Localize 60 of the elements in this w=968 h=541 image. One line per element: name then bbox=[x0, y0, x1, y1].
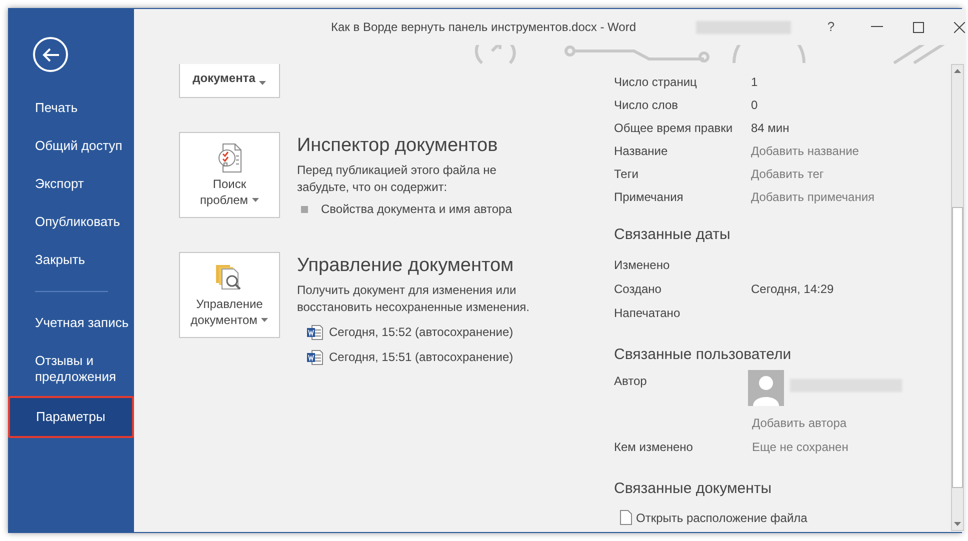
add-author-link[interactable]: Добавить автора bbox=[752, 414, 902, 432]
property-label: Изменено bbox=[614, 256, 671, 274]
property-input[interactable]: Добавить примечания bbox=[751, 188, 931, 206]
property-label: Теги bbox=[614, 166, 640, 182]
autosave-version-link[interactable]: Сегодня, 15:51 (автосохранение) bbox=[307, 348, 549, 366]
check-issues-button[interactable]: Поиск проблем bbox=[179, 132, 280, 218]
property-label: Число слов bbox=[614, 96, 680, 114]
sidebar-item[interactable]: Закрыть bbox=[9, 241, 134, 279]
property-label: Создано bbox=[614, 280, 662, 298]
property-label: Напечатано bbox=[614, 304, 682, 322]
window-title: Как в Ворде вернуть панель инструментов.docx - Word bbox=[331, 19, 636, 36]
section-description: Получить документ для изменения или восстановить несохраненные изменения. bbox=[297, 282, 531, 316]
sidebar-item[interactable]: Экспорт bbox=[9, 165, 134, 203]
sidebar-item[interactable]: Общий доступ bbox=[9, 127, 134, 165]
avatar-icon bbox=[748, 370, 784, 406]
property-label: Автор bbox=[614, 373, 648, 390]
section-title: Управление документом bbox=[297, 254, 515, 278]
section-heading: Связанные пользователи bbox=[614, 344, 792, 364]
property-label: Кем изменено bbox=[614, 439, 694, 456]
word-document-icon bbox=[307, 350, 323, 364]
manage-document-button[interactable]: Управление документом bbox=[179, 252, 280, 338]
close-icon[interactable] bbox=[954, 22, 965, 32]
document-properties-button[interactable]: документа bbox=[179, 64, 280, 98]
section-heading: Связанные документы bbox=[614, 479, 773, 499]
list-item: Свойства документа и имя автора bbox=[321, 201, 512, 218]
property-label: Название bbox=[614, 142, 669, 160]
open-file-location-link[interactable]: Открыть расположение файла bbox=[620, 508, 951, 526]
help-button[interactable]: ? bbox=[821, 17, 841, 37]
property-value: 84 мин bbox=[751, 120, 790, 136]
document-icon bbox=[620, 510, 632, 525]
sidebar-item[interactable]: Параметры bbox=[8, 396, 134, 438]
maximize-icon[interactable] bbox=[913, 22, 924, 32]
section-description: Перед публикацией этого файла не забудьте, что он содержит: bbox=[297, 162, 498, 196]
section-heading: Связанные даты bbox=[614, 225, 732, 245]
scroll-thumb[interactable] bbox=[952, 207, 963, 488]
minimize-icon[interactable] bbox=[871, 26, 883, 28]
property-value: Еще не сохранен bbox=[752, 439, 848, 456]
property-label: Число страниц bbox=[614, 74, 698, 90]
back-button[interactable] bbox=[33, 37, 68, 72]
bullet-icon bbox=[301, 206, 308, 212]
scrollbar[interactable] bbox=[951, 64, 964, 531]
property-value: 1 bbox=[751, 74, 758, 90]
section-title: Инспектор документов bbox=[297, 134, 499, 158]
sidebar-item[interactable]: Учетная запись bbox=[9, 304, 134, 342]
word-document-icon bbox=[307, 324, 323, 340]
property-input[interactable]: Добавить название bbox=[751, 142, 931, 160]
caret-icon bbox=[261, 318, 268, 322]
property-label: Примечания bbox=[614, 188, 684, 206]
property-input[interactable]: Добавить тег bbox=[751, 164, 931, 182]
sidebar-item[interactable]: Печать bbox=[9, 89, 134, 127]
property-value: Сегодня, 14:29 bbox=[751, 280, 834, 298]
autosave-version-link[interactable]: Сегодня, 15:52 (автосохранение) bbox=[307, 323, 549, 341]
caret-icon bbox=[259, 81, 266, 85]
sidebar-item[interactable]: Отзывы и предложения bbox=[9, 342, 134, 396]
back-arrow-icon bbox=[42, 48, 60, 62]
sidebar-item[interactable]: Опубликовать bbox=[9, 203, 134, 241]
caret-icon bbox=[252, 198, 260, 202]
property-label: Общее время правки bbox=[614, 120, 734, 136]
property-value: 0 bbox=[751, 96, 758, 114]
checklist-icon bbox=[216, 143, 242, 173]
